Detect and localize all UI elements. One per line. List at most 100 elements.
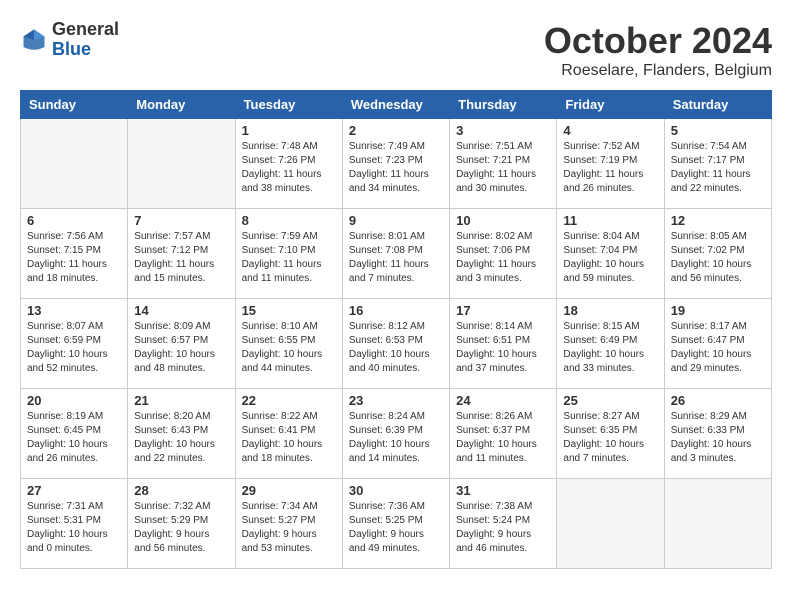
day-number: 21: [134, 393, 228, 408]
day-info: Sunrise: 8:14 AM Sunset: 6:51 PM Dayligh…: [456, 320, 550, 376]
day-number: 27: [27, 483, 121, 498]
day-info: Sunrise: 8:26 AM Sunset: 6:37 PM Dayligh…: [456, 410, 550, 466]
day-cell: 14Sunrise: 8:09 AM Sunset: 6:57 PM Dayli…: [128, 299, 235, 389]
day-number: 28: [134, 483, 228, 498]
day-number: 6: [27, 213, 121, 228]
day-info: Sunrise: 8:22 AM Sunset: 6:41 PM Dayligh…: [242, 410, 336, 466]
day-number: 12: [671, 213, 765, 228]
day-info: Sunrise: 8:17 AM Sunset: 6:47 PM Dayligh…: [671, 320, 765, 376]
day-cell: [557, 479, 664, 569]
day-cell: 17 Sunrise: 8:14 AM Sunset: 6:51 PM Dayli…: [450, 299, 557, 389]
day-number: 19: [671, 303, 765, 318]
header-cell-thursday: Thursday: [450, 91, 557, 119]
logo-general: General: [52, 19, 119, 39]
day-number: 22: [242, 393, 336, 408]
day-info: Sunrise: 8:24 AM Sunset: 6:39 PM Dayligh…: [349, 410, 443, 466]
day-cell: 23 Sunrise: 8:24 AM Sunset: 6:39 PM Dayli…: [342, 389, 449, 479]
day-cell: 31Sunrise: 7:38 AM Sunset: 5:24 PM Dayli…: [450, 479, 557, 569]
day-cell: 29 Sunrise: 7:34 AM Sunset: 5:27 PM Dayli…: [235, 479, 342, 569]
day-number: 18: [563, 303, 657, 318]
day-cell: 12 Sunrise: 8:05 AM Sunset: 7:02 PM Dayli…: [664, 209, 771, 299]
day-number: 15: [242, 303, 336, 318]
header-cell-tuesday: Tuesday: [235, 91, 342, 119]
day-number: 8: [242, 213, 336, 228]
day-info: Sunrise: 7:49 AM Sunset: 7:23 PM Dayligh…: [349, 140, 443, 196]
day-cell: 22 Sunrise: 8:22 AM Sunset: 6:41 PM Dayli…: [235, 389, 342, 479]
day-info: Sunrise: 8:10 AM Sunset: 6:55 PM Dayligh…: [242, 320, 336, 376]
day-cell: 18 Sunrise: 8:15 AM Sunset: 6:49 PM Dayli…: [557, 299, 664, 389]
week-row-4: 20Sunrise: 8:19 AM Sunset: 6:45 PM Dayli…: [21, 389, 772, 479]
week-row-1: 1Sunrise: 7:48 AM Sunset: 7:26 PM Daylig…: [21, 119, 772, 209]
day-cell: 11 Sunrise: 8:04 AM Sunset: 7:04 PM Dayli…: [557, 209, 664, 299]
week-row-2: 6 Sunrise: 7:56 AM Sunset: 7:15 PM Daylig…: [21, 209, 772, 299]
day-number: 29: [242, 483, 336, 498]
day-number: 16: [349, 303, 443, 318]
day-number: 10: [456, 213, 550, 228]
day-cell: 13 Sunrise: 8:07 AM Sunset: 6:59 PM Dayli…: [21, 299, 128, 389]
day-number: 3: [456, 123, 550, 138]
title-block: October 2024 Roeselare, Flanders, Belgiu…: [544, 20, 772, 80]
day-cell: [128, 119, 235, 209]
day-info: Sunrise: 8:20 AM Sunset: 6:43 PM Dayligh…: [134, 410, 228, 466]
header-row: SundayMondayTuesdayWednesdayThursdayFrid…: [21, 91, 772, 119]
day-info: Sunrise: 8:09 AM Sunset: 6:57 PM Dayligh…: [134, 320, 228, 376]
header-cell-saturday: Saturday: [664, 91, 771, 119]
header-cell-friday: Friday: [557, 91, 664, 119]
day-number: 24: [456, 393, 550, 408]
day-number: 4: [563, 123, 657, 138]
day-info: Sunrise: 8:29 AM Sunset: 6:33 PM Dayligh…: [671, 410, 765, 466]
day-number: 23: [349, 393, 443, 408]
day-number: 25: [563, 393, 657, 408]
day-cell: 26 Sunrise: 8:29 AM Sunset: 6:33 PM Dayli…: [664, 389, 771, 479]
day-info: Sunrise: 8:05 AM Sunset: 7:02 PM Dayligh…: [671, 230, 765, 286]
day-info: Sunrise: 8:19 AM Sunset: 6:45 PM Dayligh…: [27, 410, 121, 466]
day-info: Sunrise: 8:27 AM Sunset: 6:35 PM Dayligh…: [563, 410, 657, 466]
day-number: 30: [349, 483, 443, 498]
day-number: 26: [671, 393, 765, 408]
day-number: 13: [27, 303, 121, 318]
header-cell-monday: Monday: [128, 91, 235, 119]
day-info: Sunrise: 8:04 AM Sunset: 7:04 PM Dayligh…: [563, 230, 657, 286]
day-cell: 7 Sunrise: 7:57 AM Sunset: 7:12 PM Daylig…: [128, 209, 235, 299]
day-info: Sunrise: 8:12 AM Sunset: 6:53 PM Dayligh…: [349, 320, 443, 376]
logo: General Blue: [20, 20, 119, 60]
logo-icon: [20, 26, 48, 54]
day-cell: 15 Sunrise: 8:10 AM Sunset: 6:55 PM Dayli…: [235, 299, 342, 389]
header-cell-sunday: Sunday: [21, 91, 128, 119]
month-title: October 2024: [544, 20, 772, 62]
day-cell: 19 Sunrise: 8:17 AM Sunset: 6:47 PM Dayli…: [664, 299, 771, 389]
day-cell: 3Sunrise: 7:51 AM Sunset: 7:21 PM Daylig…: [450, 119, 557, 209]
day-info: Sunrise: 8:15 AM Sunset: 6:49 PM Dayligh…: [563, 320, 657, 376]
day-number: 17: [456, 303, 550, 318]
day-info: Sunrise: 7:59 AM Sunset: 7:10 PM Dayligh…: [242, 230, 336, 286]
day-number: 5: [671, 123, 765, 138]
day-cell: 9Sunrise: 8:01 AM Sunset: 7:08 PM Daylig…: [342, 209, 449, 299]
day-number: 9: [349, 213, 443, 228]
day-cell: 2 Sunrise: 7:49 AM Sunset: 7:23 PM Daylig…: [342, 119, 449, 209]
day-info: Sunrise: 7:54 AM Sunset: 7:17 PM Dayligh…: [671, 140, 765, 196]
logo-text: General Blue: [52, 20, 119, 60]
day-cell: 20Sunrise: 8:19 AM Sunset: 6:45 PM Dayli…: [21, 389, 128, 479]
header: General Blue October 2024 Roeselare, Fla…: [20, 20, 772, 80]
day-cell: 30Sunrise: 7:36 AM Sunset: 5:25 PM Dayli…: [342, 479, 449, 569]
day-info: Sunrise: 7:57 AM Sunset: 7:12 PM Dayligh…: [134, 230, 228, 286]
week-row-3: 13 Sunrise: 8:07 AM Sunset: 6:59 PM Dayli…: [21, 299, 772, 389]
day-cell: 27Sunrise: 7:31 AM Sunset: 5:31 PM Dayli…: [21, 479, 128, 569]
calendar-table: SundayMondayTuesdayWednesdayThursdayFrid…: [20, 90, 772, 569]
day-info: Sunrise: 7:32 AM Sunset: 5:29 PM Dayligh…: [134, 500, 228, 556]
day-info: Sunrise: 8:02 AM Sunset: 7:06 PM Dayligh…: [456, 230, 550, 286]
day-number: 2: [349, 123, 443, 138]
day-cell: 21 Sunrise: 8:20 AM Sunset: 6:43 PM Dayli…: [128, 389, 235, 479]
day-cell: [21, 119, 128, 209]
day-cell: 28 Sunrise: 7:32 AM Sunset: 5:29 PM Dayli…: [128, 479, 235, 569]
logo-blue-text: Blue: [52, 39, 91, 59]
day-info: Sunrise: 8:07 AM Sunset: 6:59 PM Dayligh…: [27, 320, 121, 376]
day-cell: 1Sunrise: 7:48 AM Sunset: 7:26 PM Daylig…: [235, 119, 342, 209]
day-info: Sunrise: 7:56 AM Sunset: 7:15 PM Dayligh…: [27, 230, 121, 286]
day-info: Sunrise: 7:34 AM Sunset: 5:27 PM Dayligh…: [242, 500, 336, 556]
day-number: 7: [134, 213, 228, 228]
day-cell: 25 Sunrise: 8:27 AM Sunset: 6:35 PM Dayli…: [557, 389, 664, 479]
day-number: 1: [242, 123, 336, 138]
day-number: 11: [563, 213, 657, 228]
day-cell: 4Sunrise: 7:52 AM Sunset: 7:19 PM Daylig…: [557, 119, 664, 209]
